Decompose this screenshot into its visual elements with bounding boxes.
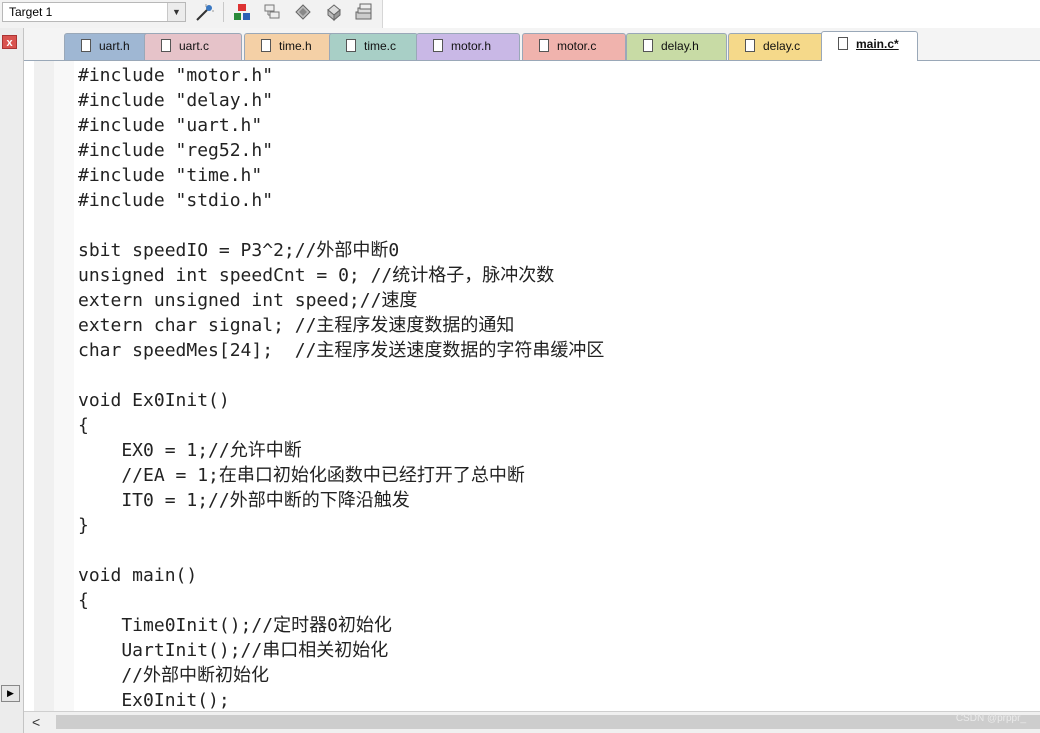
manage-books-icon[interactable] <box>262 2 284 22</box>
tab-delay-h[interactable]: delay.h <box>626 33 727 60</box>
file-icon <box>261 39 271 52</box>
tab-label: delay.c <box>763 39 801 53</box>
code-line: #include "time.h" <box>78 165 263 186</box>
code-line: #include "stdio.h" <box>78 190 274 211</box>
code-line: #include "reg52.h" <box>78 140 274 161</box>
toolbar-empty-area <box>383 0 1040 28</box>
code-line: void main() <box>78 565 198 586</box>
code-line: EX0 = 1;//允许中断 <box>78 440 302 461</box>
code-line: #include "uart.h" <box>78 115 263 136</box>
code-line: extern char signal; //主程序发速度数据的通知 <box>78 315 515 336</box>
tab-uart-c[interactable]: uart.c <box>144 33 242 60</box>
target-select[interactable]: Target 1 ▼ <box>2 2 186 22</box>
tab-time-c[interactable]: time.c <box>329 33 418 60</box>
tab-label: time.h <box>279 39 312 53</box>
scroll-left-icon[interactable]: < <box>32 714 40 730</box>
code-line: } <box>78 515 89 536</box>
code-line: #include "motor.h" <box>78 65 274 86</box>
magic-wand-icon[interactable] <box>193 2 215 22</box>
code-line: IT0 = 1;//外部中断的下降沿触发 <box>78 490 410 511</box>
code-line: UartInit();//串口相关初始化 <box>78 640 389 661</box>
tab-label: main.c* <box>856 37 899 51</box>
tab-label: motor.c <box>557 39 597 53</box>
code-line: sbit speedIO = P3^2;//外部中断0 <box>78 240 400 261</box>
file-tab-strip: uart.h uart.c time.h time.c motor.h motor.c de… <box>24 28 1040 61</box>
tab-label: motor.h <box>451 39 492 53</box>
tab-motor-c[interactable]: motor.c <box>522 33 626 60</box>
code-area[interactable]: #include "motor.h" #include "delay.h" #inc… <box>78 63 604 713</box>
tab-label: delay.h <box>661 39 699 53</box>
tab-main-c[interactable]: main.c* <box>821 31 918 61</box>
tab-motor-h[interactable]: motor.h <box>416 33 520 60</box>
code-line: Ex0Init(); <box>78 690 230 711</box>
code-line: { <box>78 590 89 611</box>
file-icon <box>81 39 91 52</box>
scrollbar-thumb[interactable] <box>56 715 1040 729</box>
tab-time-h[interactable]: time.h <box>244 33 336 60</box>
code-line: extern unsigned int speed;//速度 <box>78 290 418 311</box>
file-icon <box>838 37 848 50</box>
code-line: { <box>78 415 89 436</box>
code-editor[interactable]: #include "motor.h" #include "delay.h" #inc… <box>24 61 1040 711</box>
editor-margin <box>54 61 74 711</box>
stack-icon[interactable] <box>353 2 375 22</box>
editor-gutter <box>34 61 54 711</box>
tab-delay-c[interactable]: delay.c <box>728 33 824 60</box>
code-line: char speedMes[24]; //主程序发送速度数据的字符串缓冲区 <box>78 340 605 361</box>
toolbar-separator <box>223 2 224 22</box>
toolbar: Target 1 ▼ <box>0 0 1040 28</box>
scroll-right-icon[interactable]: ▶ <box>1 685 20 702</box>
file-icon <box>643 39 653 52</box>
code-line: #include "delay.h" <box>78 90 274 111</box>
options-icon[interactable] <box>292 2 314 22</box>
target-label: Target 1 <box>9 5 53 19</box>
tab-label: time.c <box>364 39 397 53</box>
pack-icon[interactable] <box>323 2 345 22</box>
close-icon[interactable]: x <box>2 35 17 49</box>
code-line: //外部中断初始化 <box>78 665 270 686</box>
code-line: void Ex0Init() <box>78 390 230 411</box>
tab-label: uart.c <box>179 39 210 53</box>
dropdown-arrow-icon[interactable]: ▼ <box>167 3 185 21</box>
code-line: Time0Init();//定时器0初始化 <box>78 615 392 636</box>
file-icon <box>161 39 171 52</box>
file-icon <box>745 39 755 52</box>
code-line: unsigned int speedCnt = 0; //统计格子，脉冲次数 <box>78 265 555 286</box>
watermark: CSDN @prppr_ <box>955 713 1026 724</box>
horizontal-scrollbar[interactable]: < <box>24 711 1040 733</box>
component-icon[interactable] <box>231 2 253 22</box>
left-panel: x ▶ <box>0 28 24 733</box>
file-icon <box>433 39 443 52</box>
file-icon <box>539 39 549 52</box>
tab-label: uart.h <box>99 39 130 53</box>
file-icon <box>346 39 356 52</box>
code-line: //EA = 1;在串口初始化函数中已经打开了总中断 <box>78 465 525 486</box>
